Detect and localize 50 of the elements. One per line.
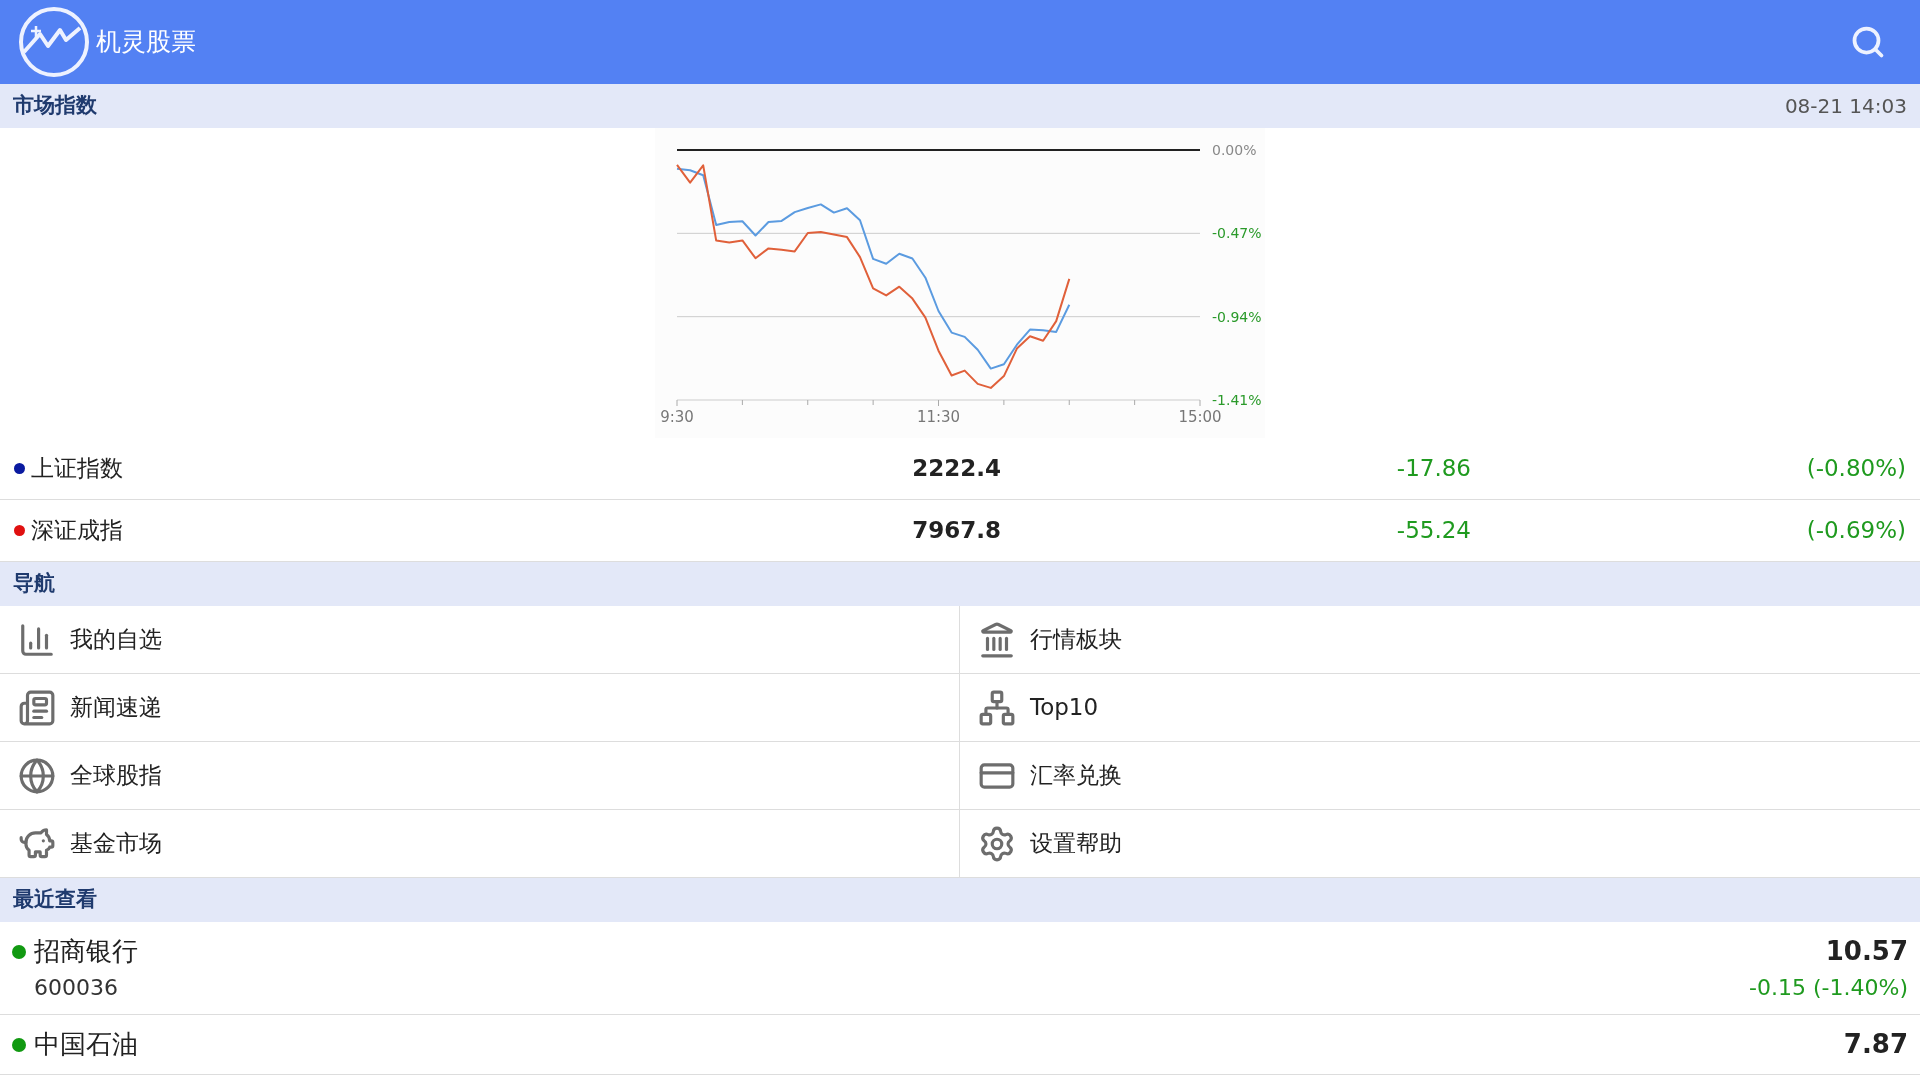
index-change: -17.86 (1395, 454, 1471, 484)
y-tick-label: -0.94% (1212, 308, 1262, 325)
nav-label: 全球股指 (70, 761, 162, 791)
index-percent: (-0.69%) (1805, 516, 1906, 546)
nav-item[interactable]: 全球股指 (0, 742, 960, 810)
index-name: 深证成指 (31, 516, 124, 546)
stock-price: 10.57 (1825, 935, 1908, 968)
stock-row[interactable]: 招商银行 600036 10.57 -0.15 (-1.40%) (0, 922, 1920, 1015)
index-percent: (-0.80%) (1805, 454, 1906, 484)
index-value: 2222.4 (911, 454, 1001, 484)
stock-name: 招商银行 (34, 935, 138, 968)
app-title: 机灵股票 (96, 26, 196, 59)
nav-label: 汇率兑换 (1030, 761, 1122, 791)
newspaper-icon (18, 688, 56, 727)
nav-label: 我的自选 (70, 625, 162, 655)
nav-label: 新闻速递 (70, 693, 162, 723)
search-icon (1850, 24, 1886, 60)
globe-icon (18, 756, 56, 795)
stock-price: 7.87 (1843, 1028, 1908, 1061)
bank-icon (978, 620, 1016, 659)
x-tick-label: 15:00 (1178, 408, 1222, 426)
nav-label: Top10 (1030, 693, 1099, 723)
nav-label: 设置帮助 (1030, 829, 1122, 859)
index-name: 上证指数 (31, 454, 124, 484)
y-tick-label: 0.00% (1212, 142, 1257, 158)
logo-icon (18, 6, 90, 78)
stock-change: -0.15 (-1.40%) (1749, 974, 1908, 1002)
y-tick-label: -0.47% (1212, 225, 1262, 242)
settings-icon (978, 824, 1016, 863)
y-tick-label: -1.41% (1212, 392, 1262, 408)
section-title: 导航 (13, 570, 55, 598)
nav-item[interactable]: 我的自选 (0, 606, 960, 674)
index-value: 7967.8 (911, 516, 1001, 546)
nav-item[interactable]: 新闻速递 (0, 674, 960, 742)
index-change: -55.24 (1395, 516, 1471, 546)
section-title: 最近查看 (13, 886, 97, 914)
x-tick-label: 11:30 (916, 408, 961, 426)
update-time: 08-21 14:03 (1784, 93, 1907, 120)
stock-name: 中国石油 (34, 1028, 138, 1061)
nav-label: 行情板块 (1030, 625, 1122, 655)
nav-item[interactable]: 汇率兑换 (960, 742, 1920, 810)
nav-label: 基金市场 (70, 829, 162, 859)
nav-item[interactable]: Top10 (960, 674, 1920, 742)
stock-row[interactable]: 中国石油 7.87 (0, 1015, 1920, 1075)
nav-item[interactable]: 行情板块 (960, 606, 1920, 674)
stock-code: 600036 (33, 974, 119, 1002)
index-row[interactable]: 上证指数 2222.4 -17.86 (-0.80%) (0, 438, 1920, 500)
x-tick-label: 9:30 (660, 408, 694, 426)
hierarchy-icon (978, 688, 1016, 727)
section-title: 市场指数 (13, 92, 97, 120)
